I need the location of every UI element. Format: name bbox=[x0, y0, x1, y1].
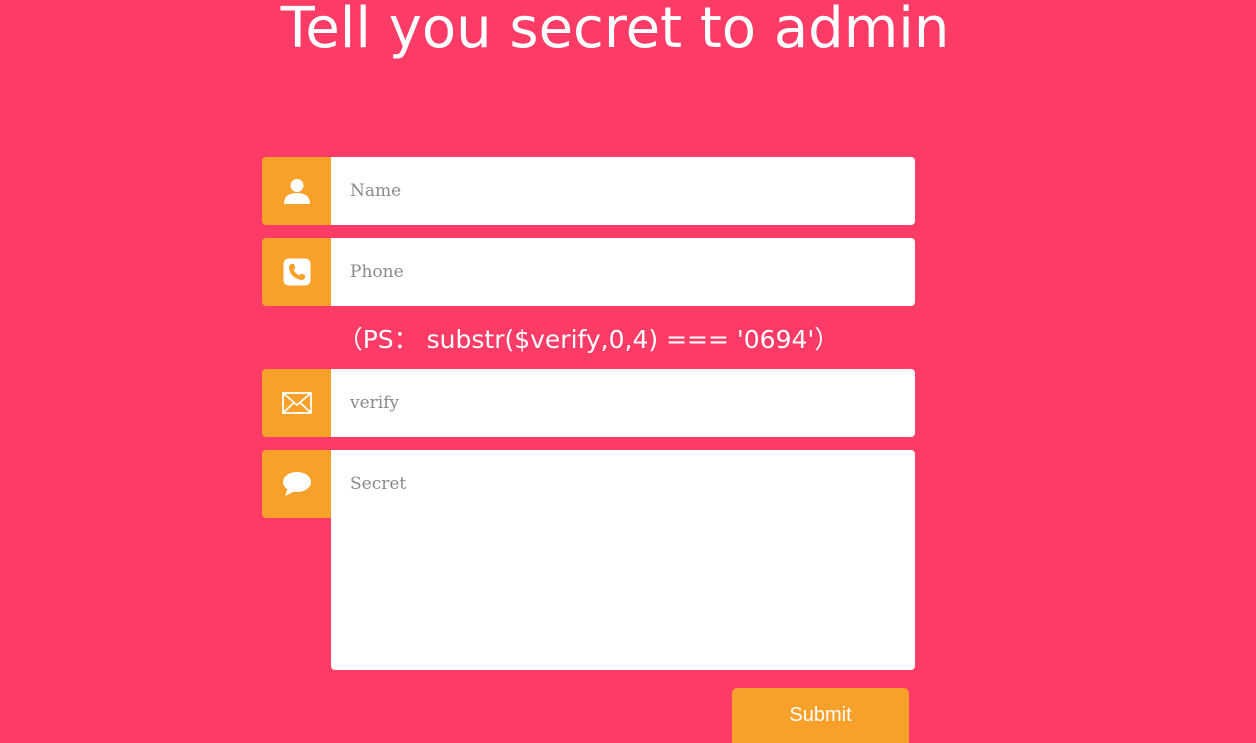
secret-textarea[interactable] bbox=[331, 450, 915, 670]
verify-input[interactable] bbox=[331, 369, 915, 437]
name-row bbox=[262, 157, 915, 225]
verify-hint: （PS： substr($verify,0,4) === '0694'） bbox=[337, 325, 840, 354]
page: Tell you secret to admin （PS： substr($ve… bbox=[0, 0, 1256, 743]
phone-icon bbox=[262, 238, 331, 306]
name-input[interactable] bbox=[331, 157, 915, 225]
phone-input[interactable] bbox=[331, 238, 915, 306]
phone-row bbox=[262, 238, 915, 306]
speech-bubble-icon bbox=[262, 450, 331, 518]
verify-row bbox=[262, 369, 915, 437]
submit-button[interactable]: Submit bbox=[732, 688, 909, 743]
envelope-icon bbox=[262, 369, 331, 437]
user-icon bbox=[262, 157, 331, 225]
secret-row bbox=[262, 450, 915, 670]
page-title: Tell you secret to admin bbox=[280, 0, 950, 61]
